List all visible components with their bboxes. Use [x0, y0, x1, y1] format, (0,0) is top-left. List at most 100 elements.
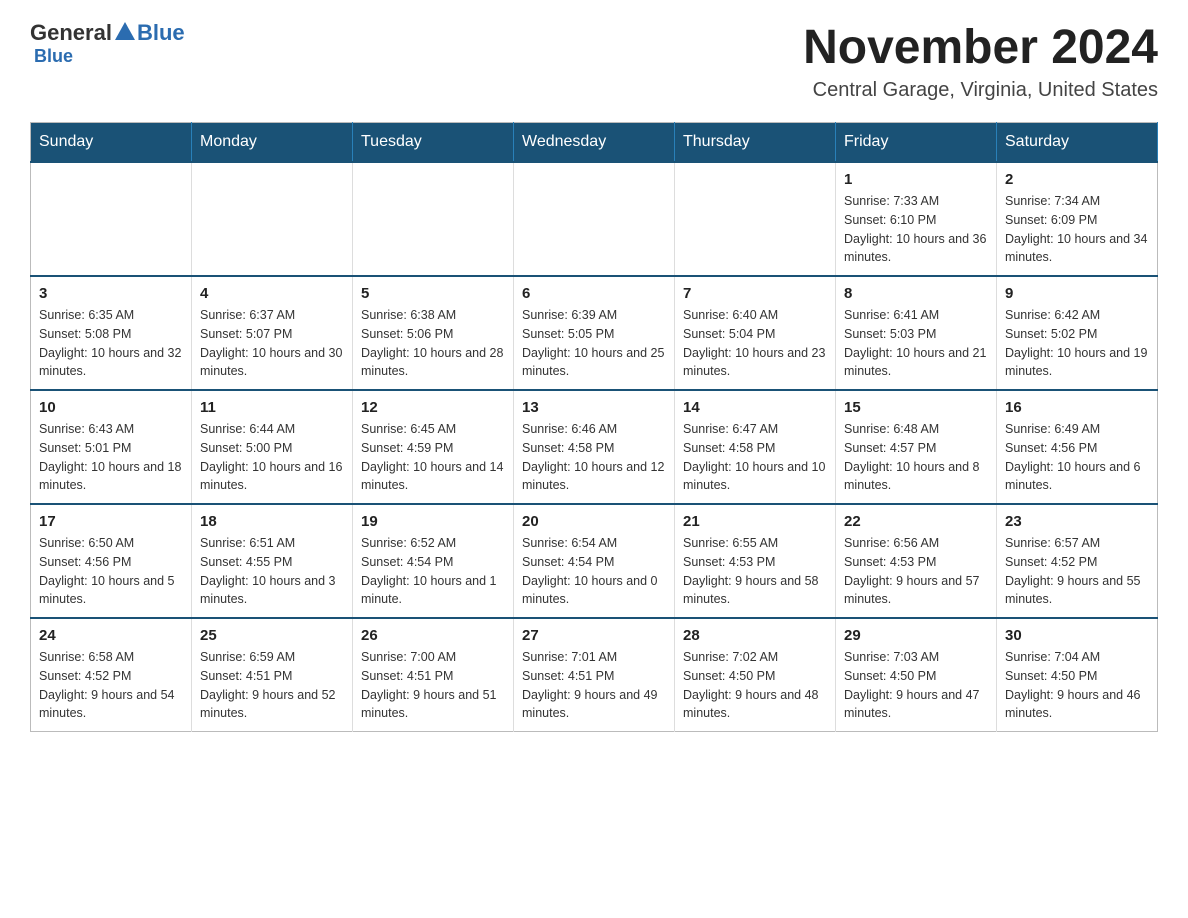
calendar-cell: 14 Sunrise: 6:47 AMSunset: 4:58 PMDayligh…: [675, 390, 836, 504]
day-info: Sunrise: 6:56 AMSunset: 4:53 PMDaylight:…: [844, 534, 988, 609]
calendar-cell: 29 Sunrise: 7:03 AMSunset: 4:50 PMDayligh…: [836, 618, 997, 732]
calendar-cell: 18Sunrise: 6:51 AMSunset: 4:55 PMDayligh…: [192, 504, 353, 618]
day-info: Sunrise: 7:04 AMSunset: 4:50 PMDaylight:…: [1005, 648, 1149, 723]
day-info: Sunrise: 6:54 AMSunset: 4:54 PMDaylight:…: [522, 534, 666, 609]
calendar-cell: 20Sunrise: 6:54 AMSunset: 4:54 PMDayligh…: [514, 504, 675, 618]
day-of-week-tuesday: Tuesday: [353, 123, 514, 163]
calendar-cell: 24 Sunrise: 6:58 AMSunset: 4:52 PMDayligh…: [31, 618, 192, 732]
day-number: 12: [361, 399, 505, 416]
calendar-cell: 19 Sunrise: 6:52 AMSunset: 4:54 PMDayligh…: [353, 504, 514, 618]
calendar-cell: 8 Sunrise: 6:41 AMSunset: 5:03 PMDaylight…: [836, 276, 997, 390]
day-info: Sunrise: 6:38 AMSunset: 5:06 PMDaylight:…: [361, 306, 505, 381]
day-of-week-monday: Monday: [192, 123, 353, 163]
day-number: 16: [1005, 399, 1149, 416]
day-number: 29: [844, 627, 988, 644]
day-number: 24: [39, 627, 183, 644]
calendar-cell: [192, 162, 353, 276]
day-info: Sunrise: 6:35 AMSunset: 5:08 PMDaylight:…: [39, 306, 183, 381]
day-info: Sunrise: 6:45 AMSunset: 4:59 PMDaylight:…: [361, 420, 505, 495]
day-info: Sunrise: 6:42 AMSunset: 5:02 PMDaylight:…: [1005, 306, 1149, 381]
day-number: 21: [683, 513, 827, 530]
calendar-cell: 12 Sunrise: 6:45 AMSunset: 4:59 PMDayligh…: [353, 390, 514, 504]
day-number: 18: [200, 513, 344, 530]
calendar-cell: 4 Sunrise: 6:37 AMSunset: 5:07 PMDaylight…: [192, 276, 353, 390]
week-row-3: 10Sunrise: 6:43 AMSunset: 5:01 PMDayligh…: [31, 390, 1158, 504]
day-number: 23: [1005, 513, 1149, 530]
location-subtitle: Central Garage, Virginia, United States: [803, 79, 1158, 102]
week-row-1: 1Sunrise: 7:33 AMSunset: 6:10 PMDaylight…: [31, 162, 1158, 276]
calendar-cell: 3 Sunrise: 6:35 AMSunset: 5:08 PMDaylight…: [31, 276, 192, 390]
day-number: 14: [683, 399, 827, 416]
calendar-cell: 7Sunrise: 6:40 AMSunset: 5:04 PMDaylight…: [675, 276, 836, 390]
day-info: Sunrise: 6:47 AMSunset: 4:58 PMDaylight:…: [683, 420, 827, 495]
day-info: Sunrise: 6:40 AMSunset: 5:04 PMDaylight:…: [683, 306, 827, 381]
day-info: Sunrise: 7:03 AMSunset: 4:50 PMDaylight:…: [844, 648, 988, 723]
day-info: Sunrise: 7:01 AMSunset: 4:51 PMDaylight:…: [522, 648, 666, 723]
main-title: November 2024: [803, 20, 1158, 75]
day-number: 13: [522, 399, 666, 416]
calendar-cell: 26 Sunrise: 7:00 AMSunset: 4:51 PMDayligh…: [353, 618, 514, 732]
day-number: 15: [844, 399, 988, 416]
calendar-cell: 6 Sunrise: 6:39 AMSunset: 5:05 PMDaylight…: [514, 276, 675, 390]
logo-general-text: General: [30, 20, 112, 46]
day-number: 28: [683, 627, 827, 644]
logo-bottom-blue: Blue: [34, 46, 73, 67]
day-number: 30: [1005, 627, 1149, 644]
calendar-cell: 25 Sunrise: 6:59 AMSunset: 4:51 PMDayligh…: [192, 618, 353, 732]
day-number: 6: [522, 285, 666, 302]
day-info: Sunrise: 6:41 AMSunset: 5:03 PMDaylight:…: [844, 306, 988, 381]
day-of-week-thursday: Thursday: [675, 123, 836, 163]
day-number: 4: [200, 285, 344, 302]
day-info: Sunrise: 6:44 AMSunset: 5:00 PMDaylight:…: [200, 420, 344, 495]
calendar-cell: [31, 162, 192, 276]
logo-triangle-icon: [115, 22, 135, 40]
calendar-cell: 13 Sunrise: 6:46 AMSunset: 4:58 PMDayligh…: [514, 390, 675, 504]
day-info: Sunrise: 7:34 AMSunset: 6:09 PMDaylight:…: [1005, 192, 1149, 267]
calendar-cell: 10Sunrise: 6:43 AMSunset: 5:01 PMDayligh…: [31, 390, 192, 504]
calendar-table: SundayMondayTuesdayWednesdayThursdayFrid…: [30, 122, 1158, 732]
day-info: Sunrise: 6:39 AMSunset: 5:05 PMDaylight:…: [522, 306, 666, 381]
day-info: Sunrise: 6:37 AMSunset: 5:07 PMDaylight:…: [200, 306, 344, 381]
day-number: 26: [361, 627, 505, 644]
calendar-cell: 17Sunrise: 6:50 AMSunset: 4:56 PMDayligh…: [31, 504, 192, 618]
day-number: 10: [39, 399, 183, 416]
day-info: Sunrise: 6:55 AMSunset: 4:53 PMDaylight:…: [683, 534, 827, 609]
calendar-cell: 28 Sunrise: 7:02 AMSunset: 4:50 PMDayligh…: [675, 618, 836, 732]
day-number: 17: [39, 513, 183, 530]
day-info: Sunrise: 6:57 AMSunset: 4:52 PMDaylight:…: [1005, 534, 1149, 609]
day-number: 25: [200, 627, 344, 644]
calendar-cell: 5 Sunrise: 6:38 AMSunset: 5:06 PMDaylight…: [353, 276, 514, 390]
day-info: Sunrise: 6:46 AMSunset: 4:58 PMDaylight:…: [522, 420, 666, 495]
day-info: Sunrise: 6:49 AMSunset: 4:56 PMDaylight:…: [1005, 420, 1149, 495]
day-info: Sunrise: 7:02 AMSunset: 4:50 PMDaylight:…: [683, 648, 827, 723]
week-row-4: 17Sunrise: 6:50 AMSunset: 4:56 PMDayligh…: [31, 504, 1158, 618]
calendar-cell: 2Sunrise: 7:34 AMSunset: 6:09 PMDaylight…: [997, 162, 1158, 276]
day-number: 11: [200, 399, 344, 416]
calendar-cell: [514, 162, 675, 276]
week-row-2: 3 Sunrise: 6:35 AMSunset: 5:08 PMDaylight…: [31, 276, 1158, 390]
day-of-week-friday: Friday: [836, 123, 997, 163]
calendar-cell: 23 Sunrise: 6:57 AMSunset: 4:52 PMDayligh…: [997, 504, 1158, 618]
day-number: 19: [361, 513, 505, 530]
logo: General Blue Blue: [30, 20, 185, 67]
day-info: Sunrise: 7:33 AMSunset: 6:10 PMDaylight:…: [844, 192, 988, 267]
calendar-body: 1Sunrise: 7:33 AMSunset: 6:10 PMDaylight…: [31, 162, 1158, 732]
calendar-cell: [353, 162, 514, 276]
calendar-cell: 11 Sunrise: 6:44 AMSunset: 5:00 PMDayligh…: [192, 390, 353, 504]
calendar-cell: 15Sunrise: 6:48 AMSunset: 4:57 PMDayligh…: [836, 390, 997, 504]
days-of-week-row: SundayMondayTuesdayWednesdayThursdayFrid…: [31, 123, 1158, 163]
day-of-week-sunday: Sunday: [31, 123, 192, 163]
day-info: Sunrise: 6:59 AMSunset: 4:51 PMDaylight:…: [200, 648, 344, 723]
day-number: 8: [844, 285, 988, 302]
calendar-cell: 27Sunrise: 7:01 AMSunset: 4:51 PMDayligh…: [514, 618, 675, 732]
logo-blue-text: Blue: [137, 20, 185, 46]
day-info: Sunrise: 6:58 AMSunset: 4:52 PMDaylight:…: [39, 648, 183, 723]
calendar-cell: [675, 162, 836, 276]
day-number: 22: [844, 513, 988, 530]
day-of-week-wednesday: Wednesday: [514, 123, 675, 163]
day-info: Sunrise: 7:00 AMSunset: 4:51 PMDaylight:…: [361, 648, 505, 723]
day-number: 5: [361, 285, 505, 302]
day-info: Sunrise: 6:52 AMSunset: 4:54 PMDaylight:…: [361, 534, 505, 609]
page-header: General Blue Blue November 2024 Central …: [30, 20, 1158, 102]
day-number: 3: [39, 285, 183, 302]
